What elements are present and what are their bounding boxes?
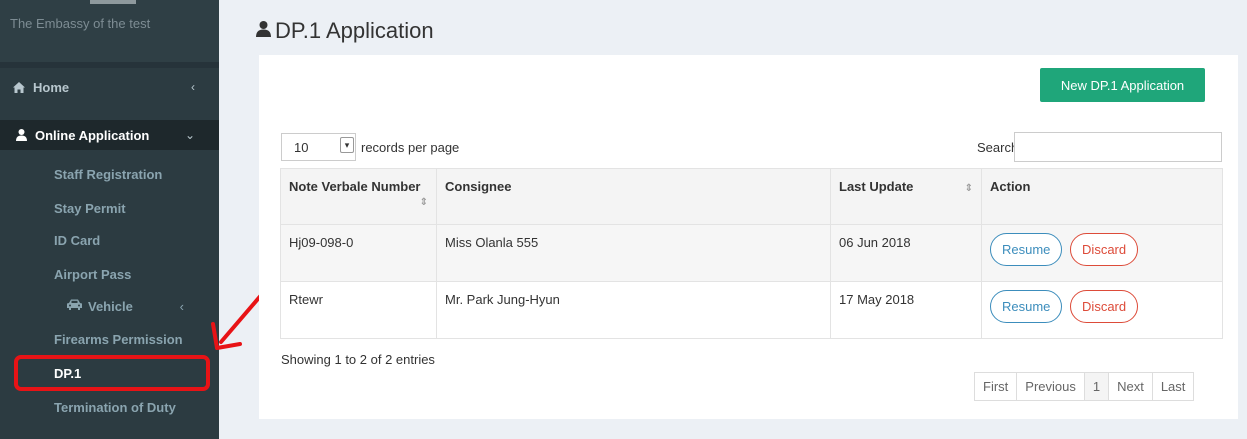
note-verbale-cell: Hj09-098-0 xyxy=(280,224,437,282)
column-header-label: Last Update xyxy=(839,179,914,194)
sort-icon: ⇕ xyxy=(964,183,973,194)
new-dp1-application-button[interactable]: New DP.1 Application xyxy=(1040,68,1205,102)
sort-icon: ⇕ xyxy=(419,197,428,208)
user-icon xyxy=(13,129,29,141)
sidebar-item-label: Airport Pass xyxy=(54,266,132,282)
chevron-left-icon: ‹ xyxy=(191,80,195,94)
sidebar-item-airport-pass[interactable]: Airport Pass xyxy=(0,262,219,286)
pagination-next-button[interactable]: Next xyxy=(1108,372,1153,401)
sidebar-item-label: Online Application xyxy=(35,127,150,143)
consignee-cell: Miss Olanla 555 xyxy=(436,224,831,282)
note-verbale-cell: Rtewr xyxy=(280,281,437,339)
column-header-action: Action xyxy=(981,168,1223,225)
action-cell: Resume Discard xyxy=(981,224,1223,282)
sidebar-item-termination-of-duty[interactable]: Termination of Duty xyxy=(0,395,219,419)
table-row: Rtewr Mr. Park Jung-Hyun 17 May 2018 Res… xyxy=(280,281,1223,339)
pagination: First Previous 1 Next Last xyxy=(974,372,1195,401)
sidebar-item-label: Vehicle xyxy=(88,298,133,314)
page-length-label: records per page xyxy=(361,139,460,155)
page-length-select[interactable]: 10 ▾ xyxy=(281,133,356,161)
resume-button[interactable]: Resume xyxy=(990,233,1063,266)
sidebar-item-label: Termination of Duty xyxy=(54,399,176,415)
sidebar-item-vehicle[interactable]: Vehicle ‹ xyxy=(0,294,219,318)
action-cell: Resume Discard xyxy=(981,281,1223,339)
sidebar-item-label: Staff Registration xyxy=(54,166,163,182)
sidebar-item-staff-registration[interactable]: Staff Registration xyxy=(0,162,219,186)
discard-button[interactable]: Discard xyxy=(1070,290,1139,323)
table-header-row: Note Verbale Number ⇕ Consignee Last Upd… xyxy=(280,168,1223,225)
discard-button[interactable]: Discard xyxy=(1070,233,1139,266)
last-update-cell: 17 May 2018 xyxy=(830,281,982,339)
car-icon xyxy=(67,299,82,313)
applications-table: Note Verbale Number ⇕ Consignee Last Upd… xyxy=(280,168,1223,339)
sidebar-item-label: Firearms Permission xyxy=(54,331,183,347)
highlight-box xyxy=(14,355,210,391)
column-header-last-update[interactable]: Last Update ⇕ xyxy=(830,168,982,225)
resume-button[interactable]: Resume xyxy=(990,290,1063,323)
home-icon xyxy=(11,81,27,93)
sidebar-item-label: Home xyxy=(33,79,70,95)
page-length-control: 10 ▾ records per page xyxy=(281,133,459,161)
sidebar-item-label: ID Card xyxy=(54,232,101,248)
chevron-left-icon: ‹ xyxy=(179,298,184,314)
table-row: Hj09-098-0 Miss Olanla 555 06 Jun 2018 R… xyxy=(280,224,1223,282)
user-icon xyxy=(256,20,271,42)
pagination-page-button[interactable]: 1 xyxy=(1083,372,1110,401)
sidebar-item-home[interactable]: Home ‹ xyxy=(0,72,219,102)
table-info: Showing 1 to 2 of 2 entries xyxy=(281,352,435,367)
sidebar-item-online-application[interactable]: Online Application ⌄ xyxy=(0,120,219,150)
page-title-text: DP.1 Application xyxy=(275,18,434,43)
page-title: DP.1 Application xyxy=(256,18,434,44)
sidebar-item-stay-permit[interactable]: Stay Permit xyxy=(0,196,219,220)
sidebar-item-id-card[interactable]: ID Card xyxy=(0,228,219,252)
column-header-label: Note Verbale Number xyxy=(289,179,421,194)
column-header-label: Consignee xyxy=(445,179,512,194)
column-header-label: Action xyxy=(990,179,1031,194)
chevron-down-icon: ▾ xyxy=(340,137,354,153)
pagination-first-button[interactable]: First xyxy=(974,372,1018,401)
sidebar-divider xyxy=(0,62,219,68)
consignee-cell: Mr. Park Jung-Hyun xyxy=(436,281,831,339)
page-length-value: 10 xyxy=(294,139,309,155)
pagination-previous-button[interactable]: Previous xyxy=(1016,372,1085,401)
brand-name: The Embassy of the test xyxy=(0,0,219,62)
chevron-down-icon: ⌄ xyxy=(184,128,195,142)
column-header-consignee[interactable]: Consignee xyxy=(436,168,831,225)
sidebar-item-label: Stay Permit xyxy=(54,200,126,216)
column-header-note-verbale[interactable]: Note Verbale Number ⇕ xyxy=(280,168,437,225)
search-input[interactable] xyxy=(1014,132,1222,162)
sidebar-item-firearms-permission[interactable]: Firearms Permission xyxy=(0,327,219,351)
last-update-cell: 06 Jun 2018 xyxy=(830,224,982,282)
pagination-last-button[interactable]: Last xyxy=(1151,372,1195,401)
